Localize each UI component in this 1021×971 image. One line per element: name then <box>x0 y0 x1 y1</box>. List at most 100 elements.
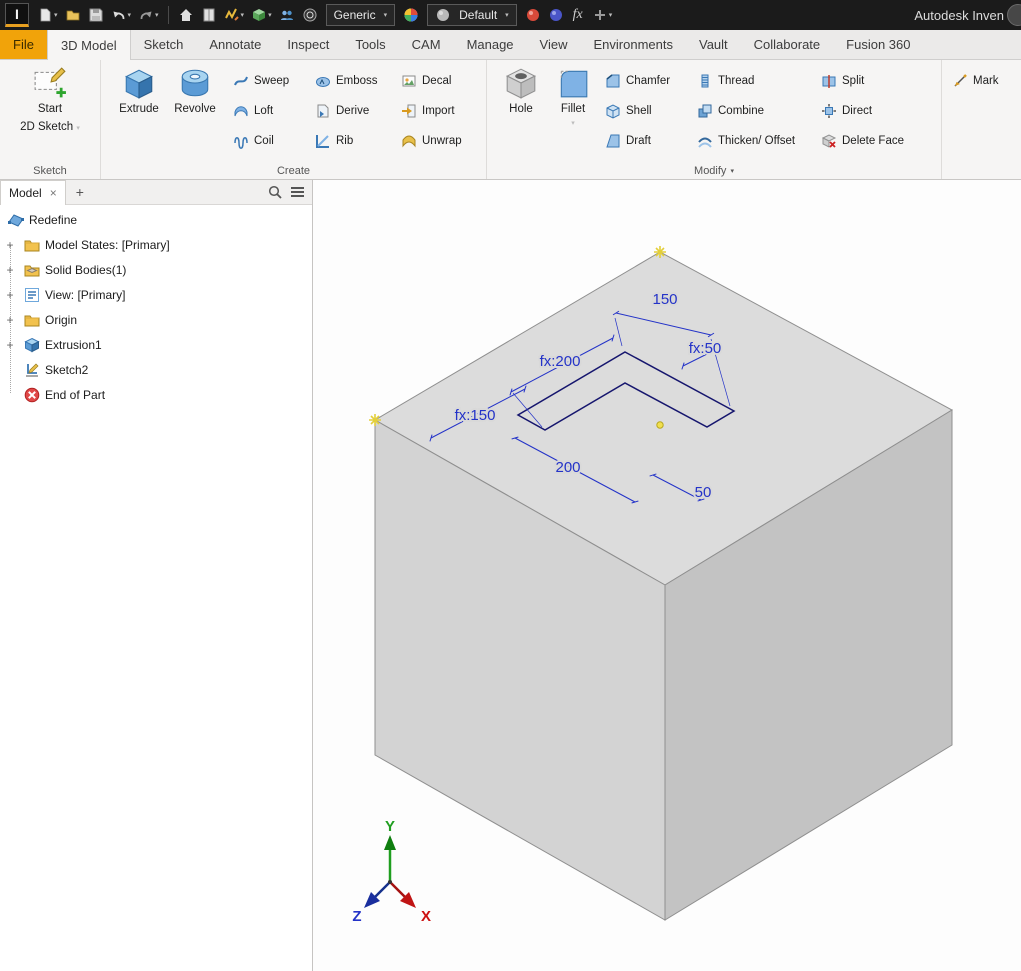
tree-item-extrusion1[interactable]: + Extrusion1 <box>0 332 312 357</box>
tree-item-solid-bodies[interactable]: + Solid Bodies(1) <box>0 257 312 282</box>
modify-column-3: Split Direct Delete Face <box>817 68 908 153</box>
dropdown-caret-icon[interactable]: ▾ <box>241 12 245 19</box>
viewport-canvas[interactable]: 150 fx:200 fx:50 fx:150 200 50 Y Z <box>313 180 1021 971</box>
tree-item-redefine[interactable]: Redefine <box>0 207 312 232</box>
dimension-text[interactable]: 200 <box>555 459 580 476</box>
hole-button[interactable]: Hole <box>493 66 549 118</box>
thicken-offset-button[interactable]: Thicken/ Offset <box>693 128 799 153</box>
dropdown-caret-icon[interactable]: ▾ <box>571 120 575 127</box>
dropdown-caret-icon[interactable]: ▾ <box>268 12 272 19</box>
browser-tab-model[interactable]: Model × <box>0 180 66 205</box>
open-button[interactable] <box>63 3 83 27</box>
save-icon <box>88 7 104 23</box>
parameters-fx-button[interactable]: fx <box>569 7 587 23</box>
combine-button[interactable]: Combine <box>693 98 799 123</box>
iproperties-button[interactable] <box>199 3 219 27</box>
mark-button[interactable]: Mark <box>948 68 1003 93</box>
shell-button[interactable]: Shell <box>601 98 674 123</box>
appearance-select[interactable]: Default▾ <box>427 4 517 26</box>
tree-item-sketch2[interactable]: Sketch2 <box>0 357 312 382</box>
expand-icon[interactable]: + <box>4 339 16 351</box>
fillet-button[interactable]: Fillet ▾ <box>545 66 601 127</box>
color-ball-button[interactable] <box>401 3 421 27</box>
dimension-text[interactable]: fx:200 <box>540 353 581 370</box>
appearance-select-value: Default <box>459 8 497 22</box>
unwrap-button[interactable]: Unwrap <box>397 128 466 153</box>
rib-button[interactable]: Rib <box>311 128 382 153</box>
dropdown-caret-icon[interactable]: ▾ <box>128 12 132 19</box>
sketch-tool-button[interactable]: ▾ <box>222 3 247 27</box>
expand-icon[interactable]: + <box>4 289 16 301</box>
material-button[interactable]: ▾ <box>249 3 274 27</box>
tab-environments[interactable]: Environments <box>581 30 686 59</box>
coil-button[interactable]: Coil <box>229 128 293 153</box>
derive-button[interactable]: Derive <box>311 98 382 123</box>
split-button[interactable]: Split <box>817 68 908 93</box>
viewport[interactable]: 150 fx:200 fx:50 fx:150 200 50 Y Z <box>313 180 1021 971</box>
tree-item-model-states[interactable]: + Model States: [Primary] <box>0 232 312 257</box>
browser-menu-icon[interactable] <box>289 185 306 199</box>
dropdown-caret-icon[interactable]: ▾ <box>609 12 613 19</box>
draft-button[interactable]: Draft <box>601 128 674 153</box>
expand-icon[interactable]: + <box>4 239 16 251</box>
dropdown-caret-icon[interactable]: ▾ <box>155 12 159 19</box>
tree-item-origin[interactable]: + Origin <box>0 307 312 332</box>
inventor-logo-icon[interactable]: I <box>5 3 29 27</box>
extrude-button[interactable]: Extrude <box>111 66 167 118</box>
tab-tools[interactable]: Tools <box>342 30 398 59</box>
direct-button[interactable]: Direct <box>817 98 908 123</box>
dimension-text[interactable]: 50 <box>695 484 712 501</box>
tab-manage[interactable]: Manage <box>454 30 527 59</box>
logo-letter: I <box>15 6 19 22</box>
dropdown-caret-icon[interactable]: ▾ <box>730 168 734 175</box>
import-button[interactable]: Import <box>397 98 466 123</box>
tab-vault[interactable]: Vault <box>686 30 741 59</box>
modify-panel-label[interactable]: Modify▾ <box>487 165 941 177</box>
delete-face-button[interactable]: Delete Face <box>817 128 908 153</box>
chamfer-button[interactable]: Chamfer <box>601 68 674 93</box>
x-axis-label: X <box>421 908 431 925</box>
tab-cam[interactable]: CAM <box>399 30 454 59</box>
material-select[interactable]: Generic▾ <box>326 4 396 26</box>
add-tab-icon[interactable]: + <box>72 184 88 200</box>
tab-view[interactable]: View <box>527 30 581 59</box>
dimension-text[interactable]: fx:150 <box>455 407 496 424</box>
account-avatar[interactable] <box>1007 4 1021 26</box>
cube-model[interactable] <box>375 252 952 920</box>
expand-icon[interactable]: + <box>4 264 16 276</box>
close-tab-icon[interactable]: × <box>50 186 57 200</box>
tab-inspect[interactable]: Inspect <box>274 30 342 59</box>
loft-button[interactable]: Loft <box>229 98 293 123</box>
tab-sketch[interactable]: Sketch <box>131 30 197 59</box>
tab-fusion360[interactable]: Fusion 360 <box>833 30 923 59</box>
undo-button[interactable]: ▾ <box>109 3 134 27</box>
expand-icon[interactable]: + <box>4 314 16 326</box>
start-2d-sketch-button[interactable]: Start 2D Sketch ▾ <box>5 66 95 135</box>
tab-file[interactable]: File <box>0 30 47 59</box>
thread-button[interactable]: Thread <box>693 68 799 93</box>
revolve-button[interactable]: Revolve <box>167 66 223 118</box>
redo-button[interactable]: ▾ <box>136 3 161 27</box>
sweep-button[interactable]: Sweep <box>229 68 293 93</box>
tab-collaborate[interactable]: Collaborate <box>741 30 834 59</box>
tree-item-end-of-part[interactable]: End of Part <box>0 382 312 407</box>
adjust-blue-button[interactable] <box>546 3 566 27</box>
adjust-red-button[interactable] <box>523 3 543 27</box>
tab-annotate[interactable]: Annotate <box>196 30 274 59</box>
new-file-button[interactable]: ▾ <box>35 3 60 27</box>
tree-item-view[interactable]: + View: [Primary] <box>0 282 312 307</box>
sketch-point[interactable] <box>657 422 663 428</box>
collaborate-button[interactable] <box>277 3 297 27</box>
dropdown-caret-icon[interactable]: ▾ <box>54 12 58 19</box>
dimension-text[interactable]: 150 <box>652 291 677 308</box>
emboss-button[interactable]: Emboss <box>311 68 382 93</box>
dropdown-caret-icon[interactable]: ▾ <box>76 125 80 132</box>
dimension-text[interactable]: fx:50 <box>689 340 722 357</box>
tab-3d-model[interactable]: 3D Model <box>47 30 131 60</box>
decal-button[interactable]: Decal <box>397 68 466 93</box>
save-button[interactable] <box>86 3 106 27</box>
appearance-target-button[interactable] <box>300 3 320 27</box>
search-icon[interactable] <box>267 184 283 200</box>
customize-toolbar-button[interactable]: ▾ <box>590 3 615 27</box>
home-button[interactable] <box>176 3 196 27</box>
